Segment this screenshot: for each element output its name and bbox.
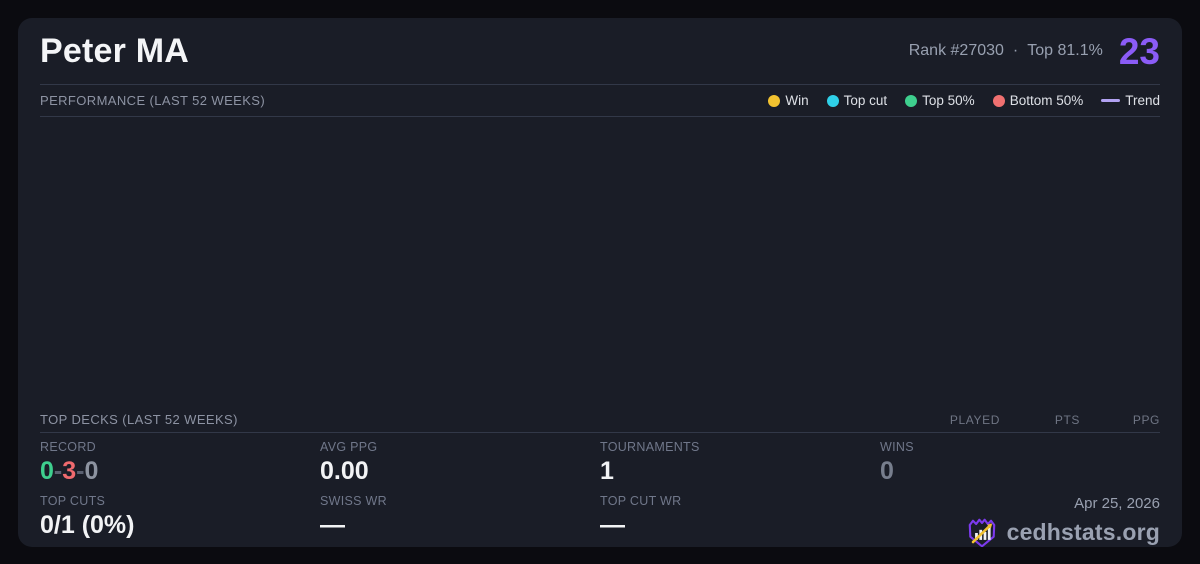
card-date: Apr 25, 2026 [1074,495,1160,512]
tournaments-value: 1 [600,457,880,486]
record-draws: 0 [84,457,98,485]
win-dot-icon [768,95,780,107]
performance-header-row: PERFORMANCE (LAST 52 WEEKS) Win Top cut … [40,85,1160,117]
stat-label: RECORD [40,440,320,454]
card-header: Peter MA Rank #27030 · Top 81.1% 23 [40,18,1160,85]
record-losses: 3 [62,457,76,485]
stat-swiss-wr: SWISS WR — [320,494,600,548]
stat-label: AVG PPG [320,440,600,454]
legend-item-top-cut: Top cut [827,93,888,108]
column-header-ppg: PPG [1080,413,1160,427]
stat-label: TOP CUTS [40,494,320,508]
rank-text: Rank #27030 [909,42,1004,60]
stat-tournaments: TOURNAMENTS 1 [600,440,880,494]
top50-dot-icon [905,95,917,107]
stat-avg-ppg: AVG PPG 0.00 [320,440,600,494]
player-stats-card: Peter MA Rank #27030 · Top 81.1% 23 PERF… [18,18,1182,547]
player-score: 23 [1119,33,1160,70]
brand-name: cedhstats.org [1007,519,1160,546]
cedhstats-shield-logo-icon [965,516,999,548]
player-name: Peter MA [40,32,189,71]
stat-label: TOURNAMENTS [600,440,880,454]
top-decks-title: TOP DECKS (LAST 52 WEEKS) [40,412,238,427]
top-decks-columns: PLAYED PTS PPG [880,413,1160,427]
stat-label: WINS [880,440,1160,454]
top-cuts-value: 0/1 (0%) [40,511,320,540]
rank-summary: Rank #27030 · Top 81.1% 23 [909,33,1160,70]
legend-item-top50: Top 50% [905,93,975,108]
top-cut-wr-value: — [600,511,880,540]
stat-top-cuts: TOP CUTS 0/1 (0%) [40,494,320,548]
avg-ppg-value: 0.00 [320,457,600,486]
wins-value: 0 [880,457,1160,486]
top-percent-text: Top 81.1% [1027,42,1103,60]
legend-item-bottom50: Bottom 50% [993,93,1084,108]
column-header-pts: PTS [1000,413,1080,427]
performance-title: PERFORMANCE (LAST 52 WEEKS) [40,93,265,108]
trend-line-icon [1101,99,1120,102]
brand-row: cedhstats.org [965,516,1160,548]
stat-label: TOP CUT WR [600,494,880,508]
record-wins: 0 [40,457,54,485]
stat-label: SWISS WR [320,494,600,508]
legend-item-trend: Trend [1101,93,1160,108]
record-value: 0-3-0 [40,457,320,486]
footer-branding: Apr 25, 2026 cedhstats.org [880,494,1160,548]
stats-grid: RECORD 0-3-0 AVG PPG 0.00 TOURNAMENTS 1 … [40,433,1160,547]
stat-wins: WINS 0 [880,440,1160,494]
legend-label: Trend [1125,93,1160,108]
chart-legend: Win Top cut Top 50% Bottom 50% Trend [768,93,1160,108]
legend-label: Top cut [844,93,888,108]
rank-separator: · [1013,42,1018,60]
stat-record: RECORD 0-3-0 [40,440,320,494]
column-header-played: PLAYED [880,413,1000,427]
performance-chart-area [40,117,1160,407]
top-decks-header-row: TOP DECKS (LAST 52 WEEKS) PLAYED PTS PPG [40,407,1160,433]
top-cut-dot-icon [827,95,839,107]
legend-label: Win [785,93,808,108]
legend-label: Top 50% [922,93,975,108]
bottom50-dot-icon [993,95,1005,107]
record-separator: - [54,457,62,485]
legend-item-win: Win [768,93,808,108]
stat-top-cut-wr: TOP CUT WR — [600,494,880,548]
rank-line: Rank #27030 · Top 81.1% [909,42,1103,60]
swiss-wr-value: — [320,511,600,540]
legend-label: Bottom 50% [1010,93,1084,108]
